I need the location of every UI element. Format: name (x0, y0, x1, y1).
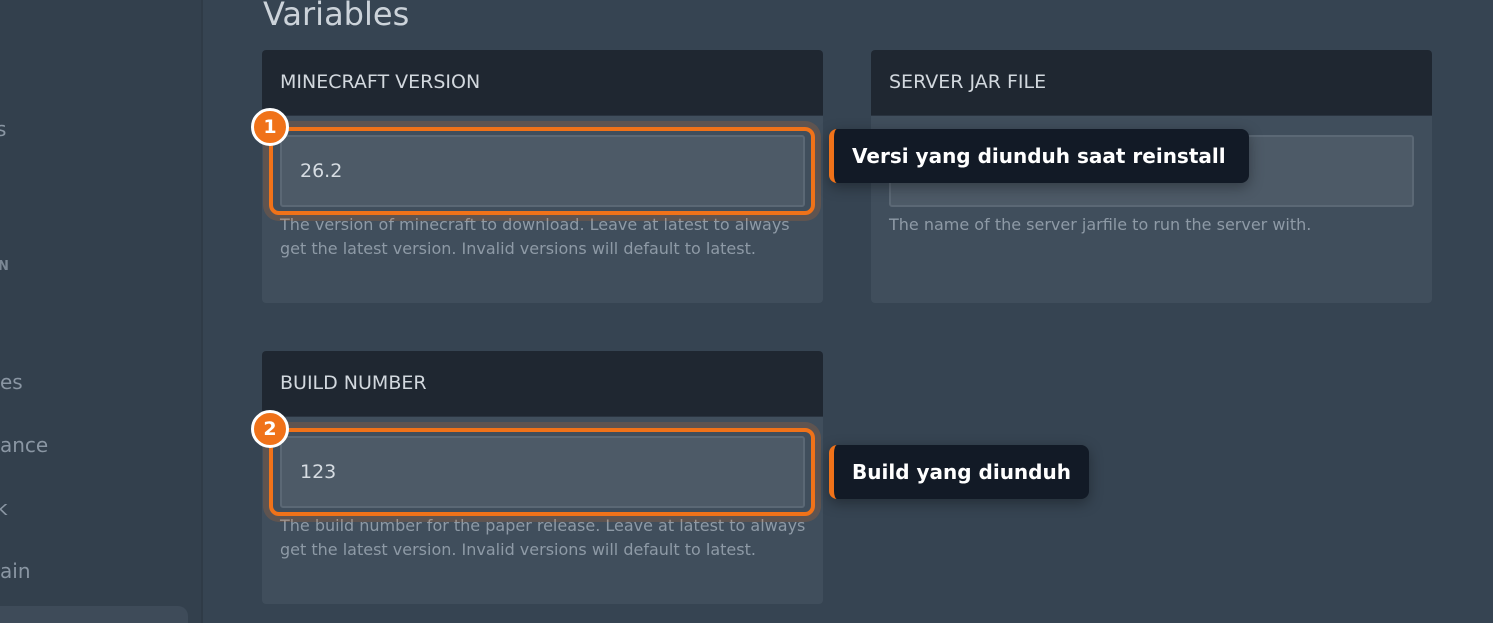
variable-name: BUILD NUMBER (262, 351, 823, 417)
variable-name: MINECRAFT VERSION (262, 50, 823, 116)
sidebar-item-active[interactable] (0, 606, 188, 623)
step-marker: 2 (251, 410, 289, 448)
sidebar: s N es ance k ain (0, 0, 203, 623)
page-title: Variables (263, 0, 410, 33)
sidebar-item-fragment[interactable]: k (0, 496, 8, 520)
highlight-ring (269, 127, 815, 215)
app-root: s N es ance k ain Variables MINECRAFT VE… (0, 0, 1493, 623)
variable-description: The name of the server jarfile to run th… (889, 215, 1312, 234)
step-marker: 1 (251, 108, 289, 146)
annotation-tooltip: Versi yang diunduh saat reinstall (829, 129, 1249, 183)
annotation-tooltip: Build yang diunduh (829, 445, 1089, 499)
sidebar-item-fragment[interactable]: s (0, 117, 6, 141)
variable-name: SERVER JAR FILE (871, 50, 1432, 116)
variable-description: The version of minecraft to download. Le… (280, 215, 790, 258)
highlight-ring (269, 428, 815, 516)
variable-description: The build number for the paper release. … (280, 516, 806, 559)
sidebar-section-label-fragment: N (0, 259, 11, 274)
sidebar-item-fragment[interactable]: es (0, 370, 23, 394)
sidebar-item-fragment[interactable]: ance (0, 433, 48, 457)
sidebar-item-fragment[interactable]: ain (0, 559, 31, 583)
